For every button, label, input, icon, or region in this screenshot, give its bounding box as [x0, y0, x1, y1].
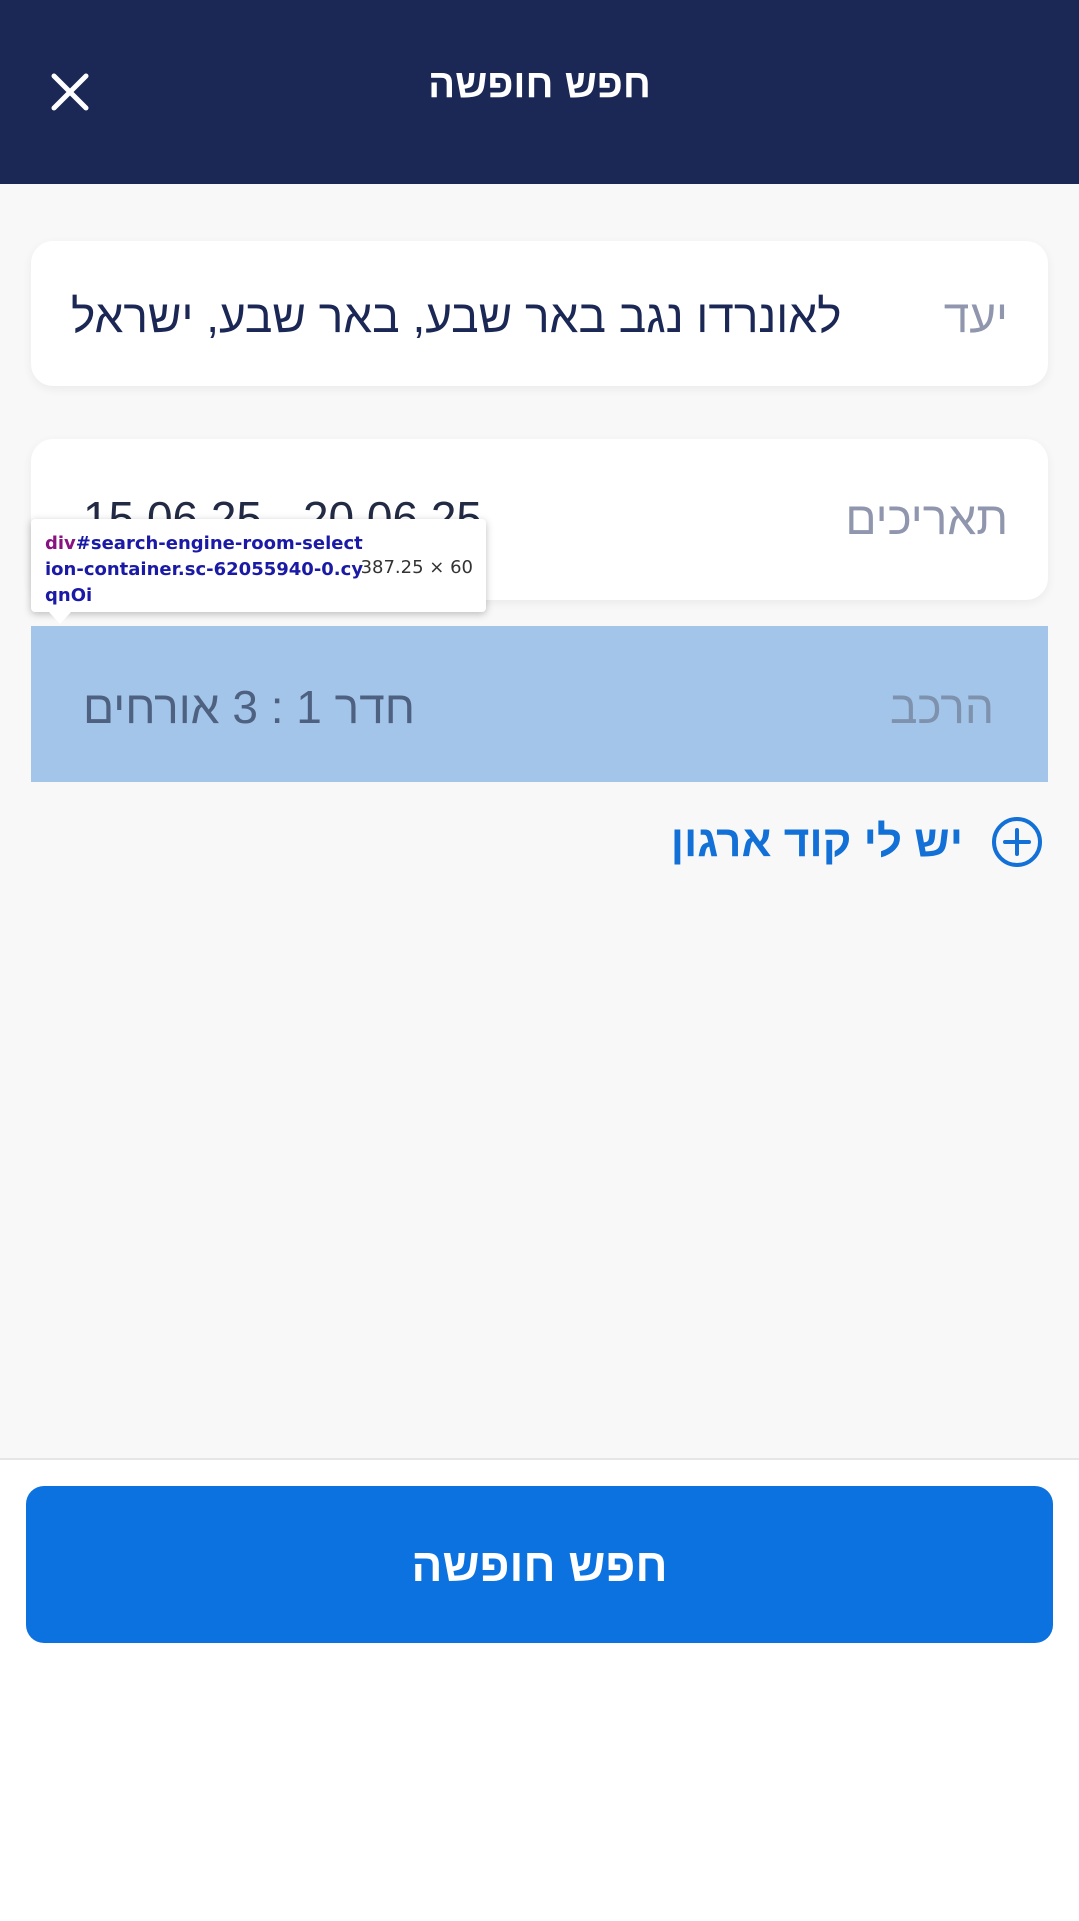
org-code-link[interactable]: יש לי קוד ארגון	[671, 816, 1043, 868]
tooltip-selector: div#search-engine-room-selection-contain…	[45, 531, 365, 609]
org-code-label: יש לי קוד ארגון	[670, 817, 963, 866]
search-button[interactable]: חפש חופשה	[26, 1486, 1053, 1643]
tooltip-selector-text: #search-engine-room-selection-container.…	[45, 533, 364, 606]
plus-circle-icon	[992, 817, 1042, 867]
composition-label: הרכב	[889, 681, 994, 733]
destination-value: לאונרדו נגב באר שבע, באר שבע, ישראל	[71, 290, 842, 342]
room-selection-field[interactable]: הרכב חדר 1 : 3 אורחים	[31, 626, 1048, 782]
devtools-tooltip: div#search-engine-room-selection-contain…	[31, 519, 486, 624]
search-button-label: חפש חופשה	[411, 1538, 668, 1591]
tooltip-tag: div	[45, 533, 76, 554]
tooltip-size: 387.25 × 60	[360, 557, 473, 578]
dates-label: תאריכים	[845, 492, 1008, 544]
app-header: חפש חופשה	[0, 0, 1079, 184]
destination-field[interactable]: יעד לאונרדו נגב באר שבע, באר שבע, ישראל	[31, 241, 1048, 386]
tooltip-arrow	[49, 612, 71, 624]
composition-value: חדר 1 : 3 אורחים	[83, 681, 415, 733]
destination-label: יעד	[943, 290, 1008, 342]
page-title: חפש חופשה	[428, 62, 651, 106]
footer-bar: חפש חופשה	[0, 1458, 1079, 1921]
